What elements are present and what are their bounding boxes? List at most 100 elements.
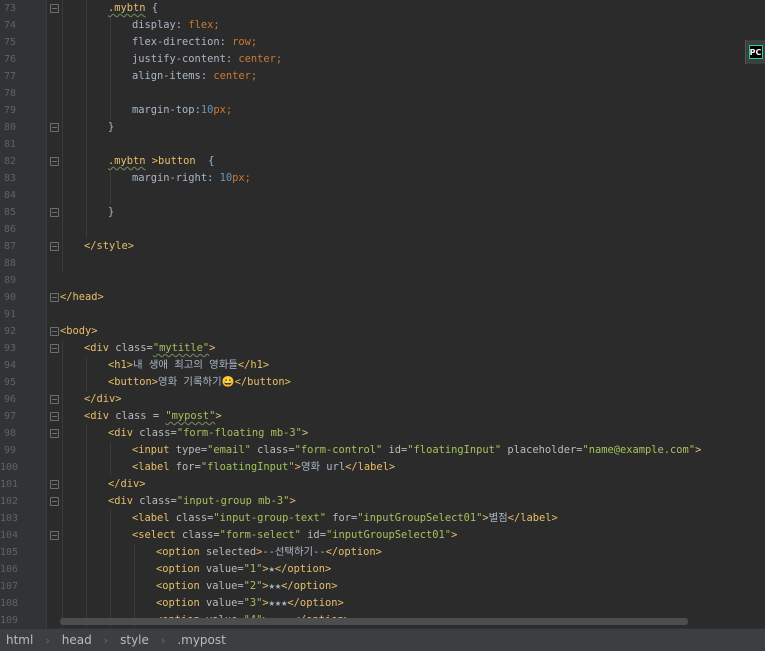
- code-token: {: [145, 2, 159, 14]
- code-line[interactable]: 103 <label class="input-group-text" for="…: [0, 510, 765, 527]
- code-line[interactable]: 85}: [0, 204, 765, 221]
- code-line[interactable]: 74 display: flex;: [0, 17, 765, 34]
- fold-toggle-icon[interactable]: [50, 157, 59, 166]
- code-area[interactable]: 73 .mybtn { 74 display: flex; 75 flex-directi…: [0, 0, 765, 628]
- code-editor[interactable]: 73 .mybtn { 74 display: flex; 75 flex-directi…: [0, 0, 765, 628]
- code-line[interactable]: 73 .mybtn {: [0, 0, 765, 17]
- code-line[interactable]: 81: [0, 136, 765, 153]
- code-text: <option selected>--선택하기--</option>: [156, 544, 382, 561]
- line-number: 102: [0, 496, 19, 507]
- fold-toggle-icon[interactable]: [50, 327, 59, 336]
- indent-guide: [110, 17, 111, 34]
- line-number: 101: [0, 479, 19, 490]
- code-token: class =: [115, 410, 166, 422]
- fold-toggle-icon[interactable]: [50, 293, 59, 302]
- code-line[interactable]: 84: [0, 187, 765, 204]
- code-token: margin-right: [132, 172, 208, 184]
- indent-guide: [62, 544, 63, 561]
- fold-toggle-icon[interactable]: [50, 412, 59, 421]
- code-token: value=: [206, 580, 244, 592]
- fold-toggle-icon[interactable]: [50, 531, 59, 540]
- code-line[interactable]: 99 <input type="email" class="form-contro…: [0, 442, 765, 459]
- code-token: justify-content: [132, 53, 226, 65]
- breadcrumb-item-style[interactable]: style: [118, 633, 151, 647]
- code-line[interactable]: 106 <option value="1">★</option>: [0, 561, 765, 578]
- fold-toggle-icon[interactable]: [50, 344, 59, 353]
- code-line[interactable]: 97 <div class = "mypost">: [0, 408, 765, 425]
- breadcrumb-item-html[interactable]: html: [4, 633, 35, 647]
- indent-guide: [62, 595, 63, 612]
- code-token: row: [232, 36, 251, 48]
- code-line[interactable]: 83 margin-right: 10px;: [0, 170, 765, 187]
- line-number: 78: [3, 88, 16, 99]
- code-line[interactable]: 82 .mybtn >button {: [0, 153, 765, 170]
- code-line[interactable]: 76 justify-content: center;: [0, 51, 765, 68]
- code-line[interactable]: 89: [0, 272, 765, 289]
- code-token: :: [207, 172, 220, 184]
- fold-toggle-icon[interactable]: [50, 123, 59, 132]
- code-line[interactable]: 100 <label for="floatingInput">영화 url</la…: [0, 459, 765, 476]
- line-number: 86: [3, 224, 16, 235]
- code-line[interactable]: 92 <body>: [0, 323, 765, 340]
- indent-guide: [62, 51, 63, 68]
- code-token: 영화 기록하기😀: [158, 376, 235, 388]
- code-text: <body>: [60, 323, 98, 340]
- fold-toggle-icon[interactable]: [50, 480, 59, 489]
- indent-guide: [86, 476, 87, 493]
- code-line[interactable]: 98 <div class="form-floating mb-3">: [0, 425, 765, 442]
- indent-guide: [86, 493, 87, 510]
- line-number: 91: [3, 309, 16, 320]
- code-line[interactable]: 107 <option value="2">★★</option>: [0, 578, 765, 595]
- horizontal-scrollbar[interactable]: [60, 618, 688, 625]
- code-token: </option>: [274, 563, 332, 575]
- code-text: display: flex;: [132, 17, 220, 34]
- fold-toggle-icon[interactable]: [50, 4, 59, 13]
- code-line[interactable]: 91: [0, 306, 765, 323]
- indent-guide: [86, 119, 87, 136]
- indent-guide: [62, 340, 63, 357]
- indent-guide: [62, 527, 63, 544]
- code-token: <label: [132, 461, 176, 473]
- code-line[interactable]: 108 <option value="3">★★★</option>: [0, 595, 765, 612]
- code-line[interactable]: 88: [0, 255, 765, 272]
- code-line[interactable]: 79 margin-top:10px;: [0, 102, 765, 119]
- indent-guide: [134, 561, 135, 578]
- code-token: "2": [243, 580, 263, 592]
- indent-guide: [86, 357, 87, 374]
- code-token: {: [195, 155, 215, 167]
- code-token: .mybtn: [108, 2, 146, 14]
- code-token: </div>: [108, 478, 146, 490]
- code-line[interactable]: 104 <select class="form-select" id="input…: [0, 527, 765, 544]
- code-line[interactable]: 105 <option selected>--선택하기--</option>: [0, 544, 765, 561]
- code-token: :: [175, 19, 189, 31]
- fold-toggle-icon[interactable]: [50, 242, 59, 251]
- code-line[interactable]: 86: [0, 221, 765, 238]
- pycharm-plugin-icon[interactable]: PC: [745, 40, 765, 64]
- code-line[interactable]: 77 align-items: center;: [0, 68, 765, 85]
- code-line[interactable]: 78: [0, 85, 765, 102]
- code-line[interactable]: 95 <button>영화 기록하기😀</button>: [0, 374, 765, 391]
- breadcrumb-item-mypost[interactable]: .mypost: [175, 633, 228, 647]
- indent-guide: [86, 595, 87, 612]
- fold-toggle-icon[interactable]: [50, 429, 59, 438]
- indent-guide: [86, 0, 87, 17]
- code-token: class=: [139, 427, 177, 439]
- code-line[interactable]: 94 <h1>내 생애 최고의 영화들</h1>: [0, 357, 765, 374]
- code-line[interactable]: 87 </style>: [0, 238, 765, 255]
- fold-toggle-icon[interactable]: [50, 497, 59, 506]
- code-line[interactable]: 101 </div>: [0, 476, 765, 493]
- code-token: "3": [243, 597, 263, 609]
- code-line[interactable]: 80}: [0, 119, 765, 136]
- code-line[interactable]: 90 </head>: [0, 289, 765, 306]
- code-token: ;: [213, 19, 220, 31]
- code-line[interactable]: 102 <div class="input-group mb-3">: [0, 493, 765, 510]
- fold-toggle-icon[interactable]: [50, 208, 59, 217]
- code-line[interactable]: 75 flex-direction: row;: [0, 34, 765, 51]
- fold-toggle-icon[interactable]: [50, 395, 59, 404]
- breadcrumb-item-head[interactable]: head: [60, 633, 94, 647]
- code-line[interactable]: 96 </div>: [0, 391, 765, 408]
- code-line[interactable]: 93 <div class="mytitle">: [0, 340, 765, 357]
- code-token: "mypost": [165, 410, 216, 422]
- line-number: 74: [3, 20, 16, 31]
- code-text: <div class="form-floating mb-3">: [108, 425, 308, 442]
